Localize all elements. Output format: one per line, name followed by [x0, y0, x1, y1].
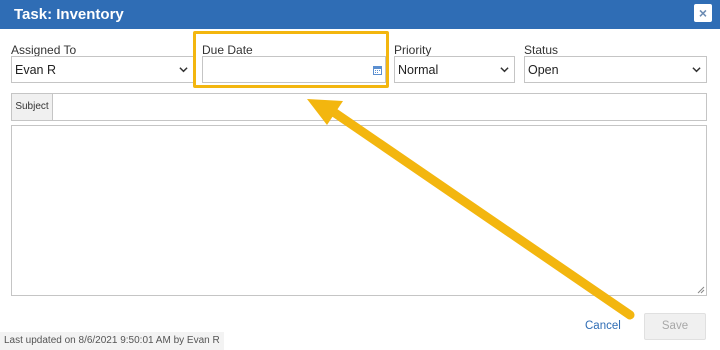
- save-button[interactable]: Save: [644, 313, 706, 340]
- annotation-arrow: [307, 99, 635, 320]
- last-updated-text: Last updated on 8/6/2021 9:50:01 AM by E…: [0, 332, 224, 350]
- cancel-button[interactable]: Cancel: [585, 320, 621, 332]
